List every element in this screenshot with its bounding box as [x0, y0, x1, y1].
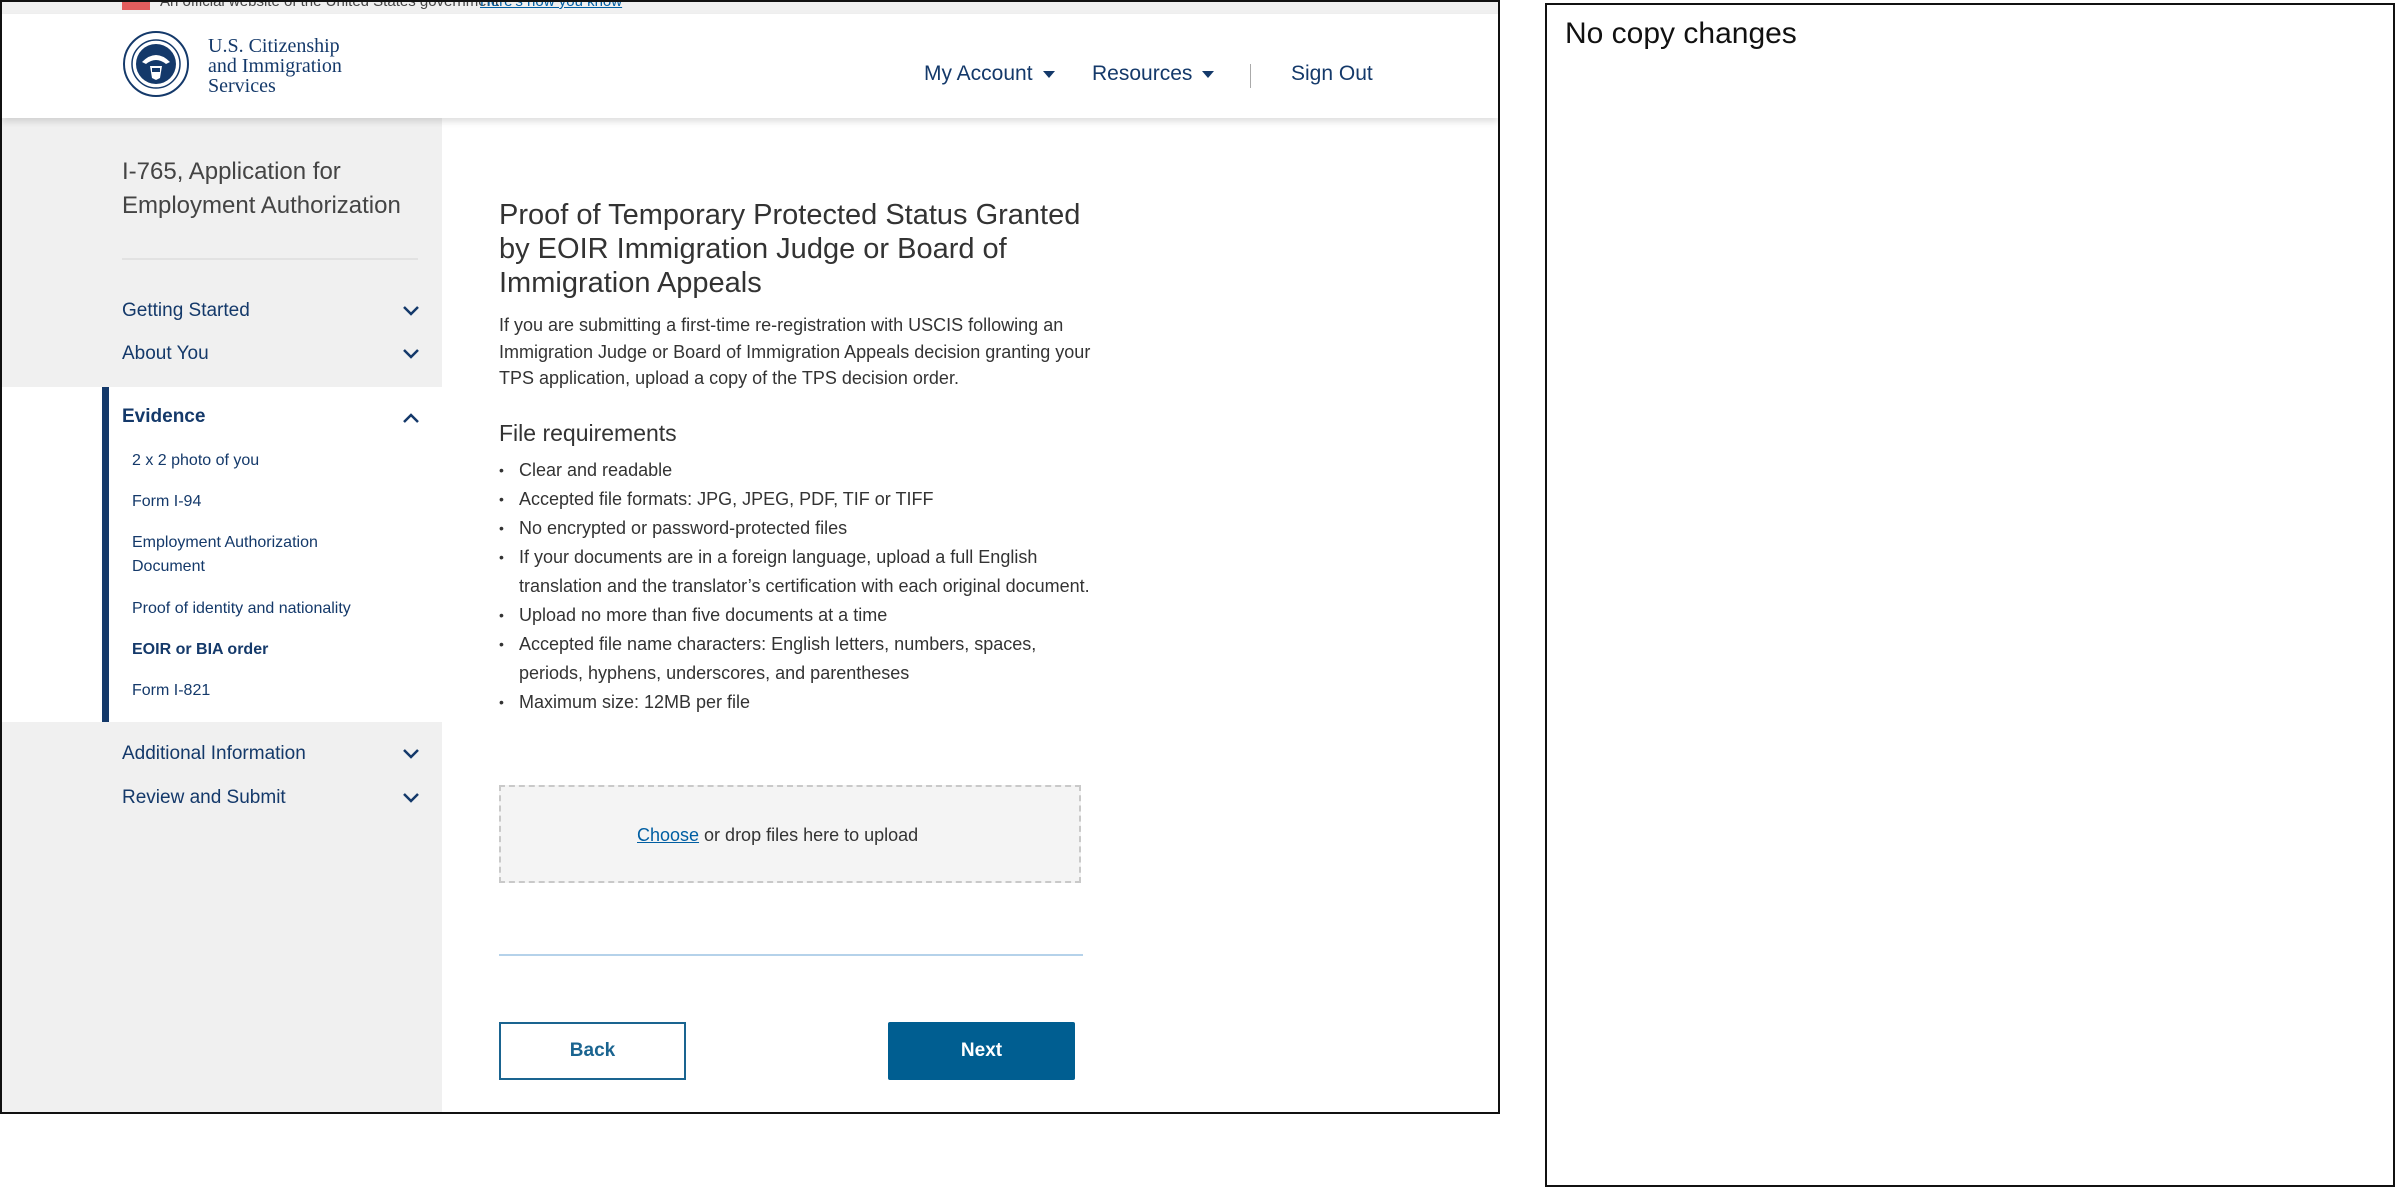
- dhs-seal-icon: [123, 31, 189, 97]
- drop-zone-instruction: or drop files here to upload: [699, 825, 919, 845]
- evidence-item-photo[interactable]: 2 x 2 photo of you: [132, 449, 392, 473]
- choose-file-link[interactable]: Choose: [637, 825, 699, 845]
- intro-text: If you are submitting a first-time re-re…: [499, 315, 1091, 388]
- list-item: Accepted file formats: JPG, JPEG, PDF, T…: [499, 485, 1099, 514]
- sidebar-item-evidence[interactable]: Evidence: [122, 406, 205, 428]
- evidence-item-eoir-bia[interactable]: EOIR or BIA order: [132, 638, 392, 662]
- caret-down-icon: [1202, 70, 1215, 78]
- logo-line: and Immigration: [208, 55, 342, 77]
- next-button[interactable]: Next: [888, 1022, 1075, 1080]
- page-title: Proof of Temporary Protected Status Gran…: [499, 199, 1081, 299]
- form-title: I-765, Application for Employment Author…: [122, 158, 401, 219]
- gov-banner: An official website of the United States…: [2, 2, 1498, 14]
- list-item: Clear and readable: [499, 456, 1099, 485]
- list-item: No encrypted or password-protected files: [499, 514, 1099, 543]
- uscis-logo-text[interactable]: U.S. Citizenship and Immigration Service…: [208, 36, 342, 96]
- logo-line: U.S. Citizenship: [208, 35, 340, 57]
- evidence-item-form-i94[interactable]: Form I-94: [132, 490, 392, 514]
- sidebar-item-review-and-submit[interactable]: Review and Submit: [122, 787, 422, 809]
- resources-menu[interactable]: Resources: [1092, 62, 1215, 86]
- list-item: If your documents are in a foreign langu…: [499, 543, 1099, 601]
- sign-out-label: Sign Out: [1291, 62, 1373, 85]
- nav-divider: [1250, 64, 1251, 88]
- chevron-down-icon[interactable]: [402, 348, 420, 360]
- sidebar-divider: [122, 258, 418, 260]
- section-divider: [499, 954, 1083, 956]
- sidebar-item-label: Review and Submit: [122, 787, 286, 808]
- annotation-panel: No copy changes: [1545, 3, 2395, 1187]
- drop-zone-text: Choose or drop files here to upload: [637, 825, 918, 846]
- evidence-item-identity[interactable]: Proof of identity and nationality: [132, 597, 392, 621]
- logo-line: Services: [208, 75, 276, 97]
- heres-how-you-know-link[interactable]: Here's how you know: [480, 2, 622, 10]
- evidence-item-ead[interactable]: Employment Authorization Document: [132, 531, 392, 579]
- chevron-down-icon[interactable]: [402, 792, 420, 804]
- app-window: An official website of the United States…: [0, 0, 1500, 1114]
- my-account-menu[interactable]: My Account: [924, 62, 1055, 86]
- us-flag-icon: [122, 2, 150, 10]
- my-account-label: My Account: [924, 62, 1033, 85]
- site-header: U.S. Citizenship and Immigration Service…: [2, 14, 1498, 118]
- file-requirements-list: Clear and readable Accepted file formats…: [499, 456, 1099, 717]
- annotation-note: No copy changes: [1565, 17, 1797, 50]
- sign-out-link[interactable]: Sign Out: [1291, 62, 1373, 86]
- caret-down-icon: [1042, 70, 1055, 78]
- sidebar-item-about-you[interactable]: About You: [122, 343, 422, 365]
- gov-banner-text: An official website of the United States…: [160, 2, 499, 10]
- list-item: Upload no more than five documents at a …: [499, 601, 1099, 630]
- list-item: Maximum size: 12MB per file: [499, 688, 1099, 717]
- evidence-item-form-i821[interactable]: Form I-821: [132, 679, 392, 703]
- file-requirements-heading: File requirements: [499, 420, 677, 446]
- chevron-up-icon[interactable]: [402, 412, 420, 424]
- back-button[interactable]: Back: [499, 1022, 686, 1080]
- file-drop-zone[interactable]: Choose or drop files here to upload: [499, 785, 1081, 883]
- active-section-indicator: [102, 387, 109, 722]
- sidebar-item-label: Getting Started: [122, 300, 250, 321]
- chevron-down-icon[interactable]: [402, 305, 420, 317]
- list-item: Accepted file name characters: English l…: [499, 630, 1099, 688]
- sidebar-item-getting-started[interactable]: Getting Started: [122, 300, 422, 322]
- sidebar-section-evidence: Evidence 2 x 2 photo of you Form I-94 Em…: [2, 387, 442, 722]
- sidebar-item-label: About You: [122, 343, 209, 364]
- sidebar-item-additional-information[interactable]: Additional Information: [122, 743, 422, 765]
- chevron-down-icon[interactable]: [402, 748, 420, 760]
- sidebar: I-765, Application for Employment Author…: [2, 118, 442, 1112]
- resources-label: Resources: [1092, 62, 1193, 85]
- sidebar-item-label: Additional Information: [122, 743, 306, 764]
